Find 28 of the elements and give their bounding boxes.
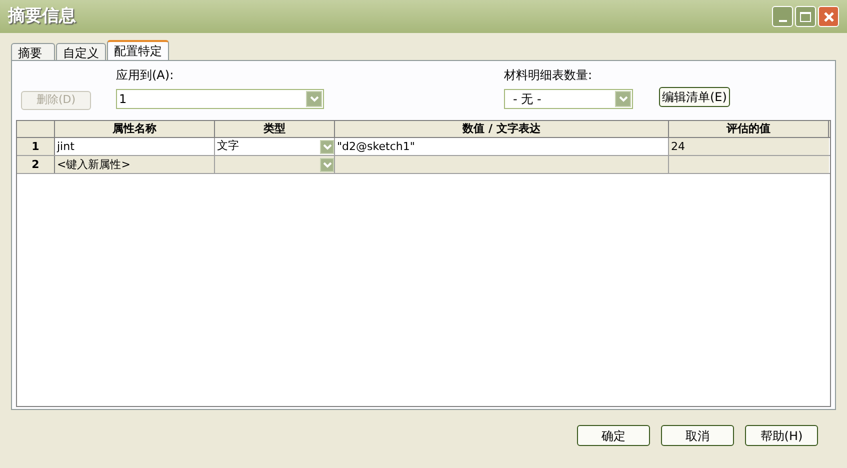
column-header: 评估的值 bbox=[669, 121, 829, 137]
edit-list-button[interactable]: 编辑清单(E) bbox=[659, 87, 730, 107]
table-cell[interactable] bbox=[335, 156, 669, 173]
table-cell[interactable]: "d2@sketch1" bbox=[335, 138, 669, 155]
row-number: 1 bbox=[17, 138, 55, 155]
table-cell[interactable]: <键入新属性> bbox=[55, 156, 215, 173]
tab[interactable]: 摘要 bbox=[11, 43, 55, 60]
tab[interactable]: 自定义 bbox=[56, 43, 106, 60]
dialog-button[interactable]: 帮助(H) bbox=[745, 425, 818, 446]
apply-to-dropdown[interactable]: 1 bbox=[116, 89, 324, 109]
dialog-button[interactable]: 取消 bbox=[661, 425, 734, 446]
row-number: 2 bbox=[17, 156, 55, 173]
apply-to-label: 应用到(A): bbox=[116, 67, 175, 84]
close-icon[interactable] bbox=[818, 6, 839, 27]
tab[interactable]: 配置特定 bbox=[107, 40, 169, 60]
column-header: 类型 bbox=[215, 121, 335, 137]
minimize-icon[interactable] bbox=[772, 6, 793, 27]
type-dropdown[interactable] bbox=[215, 156, 335, 173]
type-dropdown[interactable]: 文字 bbox=[215, 138, 335, 155]
window-title: 摘要信息 bbox=[8, 4, 76, 28]
column-header: 属性名称 bbox=[55, 121, 215, 137]
maximize-icon[interactable] bbox=[795, 6, 816, 27]
table-cell[interactable]: jint bbox=[55, 138, 215, 155]
column-header: 数值 / 文字表达 bbox=[335, 121, 669, 137]
bom-quantity-dropdown[interactable]: - 无 - bbox=[504, 89, 633, 109]
table-cell: 24 bbox=[669, 138, 829, 155]
bom-quantity-label: 材料明细表数量: bbox=[504, 67, 594, 84]
dialog-button[interactable]: 确定 bbox=[577, 425, 650, 446]
